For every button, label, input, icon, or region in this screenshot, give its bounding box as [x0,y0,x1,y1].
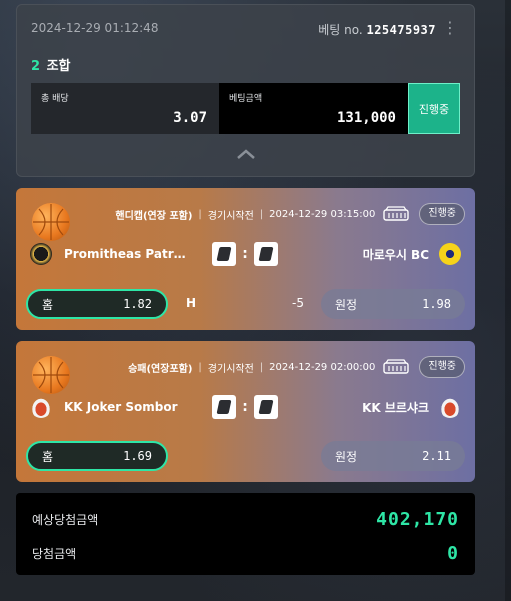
won-amount-row: 당첨금액 0 [32,542,459,564]
bet-amount-box: 베팅금액 131,000 [219,83,408,134]
scrollbar[interactable] [505,0,511,601]
total-odds-label: 총 배당 [41,94,69,104]
away-team: KK 브르샤크 [362,396,461,418]
match-header: 승패(연장포함) | 경기시작전 | 2024-12-29 02:00:00 진… [128,356,465,378]
handicap-label: H [186,296,197,310]
away-score [254,395,278,419]
other-label: 원정 [335,297,358,312]
summary-header: 2024-12-29 01:12:48 베팅 no. 125475937 ⋮ [31,20,460,39]
home-team: KK Joker Sombor [30,396,190,418]
match-status-badge: 진행중 [419,356,465,378]
away-pick-button[interactable]: 원정 2.11 [321,441,465,471]
home-team-name: Promitheas Patra... [64,247,190,261]
home-pick-button[interactable]: 홈 1.82 [26,289,168,319]
stadium-icon [383,206,410,221]
away-team-name: KK 브르샤크 [362,400,429,415]
away-team-logo [439,396,461,418]
teams-row: KK Joker Sombor : KK 브르샤크 [30,395,461,422]
other-label: 원정 [335,449,358,464]
away-team-name: 마로우시 BC [362,247,429,262]
bet-number-value: 125475937 [366,23,436,37]
combo-title: 2 조합 [31,55,71,74]
bet-amount-label: 베팅금액 [229,94,263,104]
won-amount-label: 당첨금액 [32,546,77,561]
match-card: 승패(연장포함) | 경기시작전 | 2024-12-29 02:00:00 진… [16,341,475,482]
stadium-icon [383,359,410,374]
won-amount-value: 0 [447,542,459,564]
home-score [212,395,236,419]
basketball-icon [32,203,70,241]
market-type: 핸디캡(연장 포함) [115,210,193,222]
combo-count: 2 [31,59,41,74]
bet-amount-value: 131,000 [336,110,396,126]
status-button[interactable]: 진행중 [408,83,460,134]
home-team-logo [30,396,52,418]
match-status-badge: 진행중 [419,203,465,225]
home-score [212,242,236,266]
match-card: 핸디캡(연장 포함) | 경기시작전 | 2024-12-29 03:15:00… [16,188,475,330]
away-team-logo [439,243,461,265]
expected-payout-label: 예상당첨금액 [32,512,99,527]
expected-payout-row: 예상당첨금액 402,170 [32,508,459,530]
match-time: 2024-12-29 02:00:00 [269,361,376,373]
payout-summary: 예상당첨금액 402,170 당첨금액 0 [16,493,475,575]
away-pick-button[interactable]: 원정 1.98 [321,289,465,319]
match-state: 경기시작전 [207,210,254,222]
odds-row: 총 배당 3.07 베팅금액 131,000 진행중 [31,83,460,134]
away-team: 마로우시 BC [363,243,461,265]
more-options-icon[interactable]: ⋮ [442,20,458,36]
match-time: 2024-12-29 03:15:00 [269,208,376,220]
away-score [254,242,278,266]
total-odds-value: 3.07 [173,110,207,126]
market-type: 승패(연장포함) [128,363,193,375]
bet-options: 홈 1.82 H -5 원정 1.98 [26,289,465,319]
home-team-logo [30,243,52,265]
expected-payout-value: 402,170 [376,508,459,530]
handicap-line: -5 [292,296,304,310]
pick-odds: 1.82 [123,297,152,311]
pick-label: 홈 [42,297,54,312]
combo-label: 조합 [46,59,71,74]
home-team-name: KK Joker Sombor [64,400,178,414]
teams-row: Promitheas Patra... : 마로우시 BC [30,242,461,269]
other-odds: 2.11 [422,449,451,463]
home-pick-button[interactable]: 홈 1.69 [26,441,168,471]
home-team: Promitheas Patra... [30,243,190,265]
bet-number-label: 베팅 no. [318,23,363,37]
bet-datetime: 2024-12-29 01:12:48 [31,21,159,35]
chevron-up-icon[interactable] [236,148,256,160]
pick-label: 홈 [42,449,54,464]
pick-odds: 1.69 [123,449,152,463]
match-state: 경기시작전 [207,363,254,375]
bet-summary-card: 2024-12-29 01:12:48 베팅 no. 125475937 ⋮ 2… [16,4,475,177]
total-odds-box: 총 배당 3.07 [31,83,219,134]
bet-options: 홈 1.69 원정 2.11 [26,441,465,471]
match-header: 핸디캡(연장 포함) | 경기시작전 | 2024-12-29 03:15:00… [115,203,465,225]
bet-number: 베팅 no. 125475937 [318,21,436,38]
other-odds: 1.98 [422,297,451,311]
score: : [212,395,278,419]
score: : [212,242,278,266]
basketball-icon [32,356,70,394]
